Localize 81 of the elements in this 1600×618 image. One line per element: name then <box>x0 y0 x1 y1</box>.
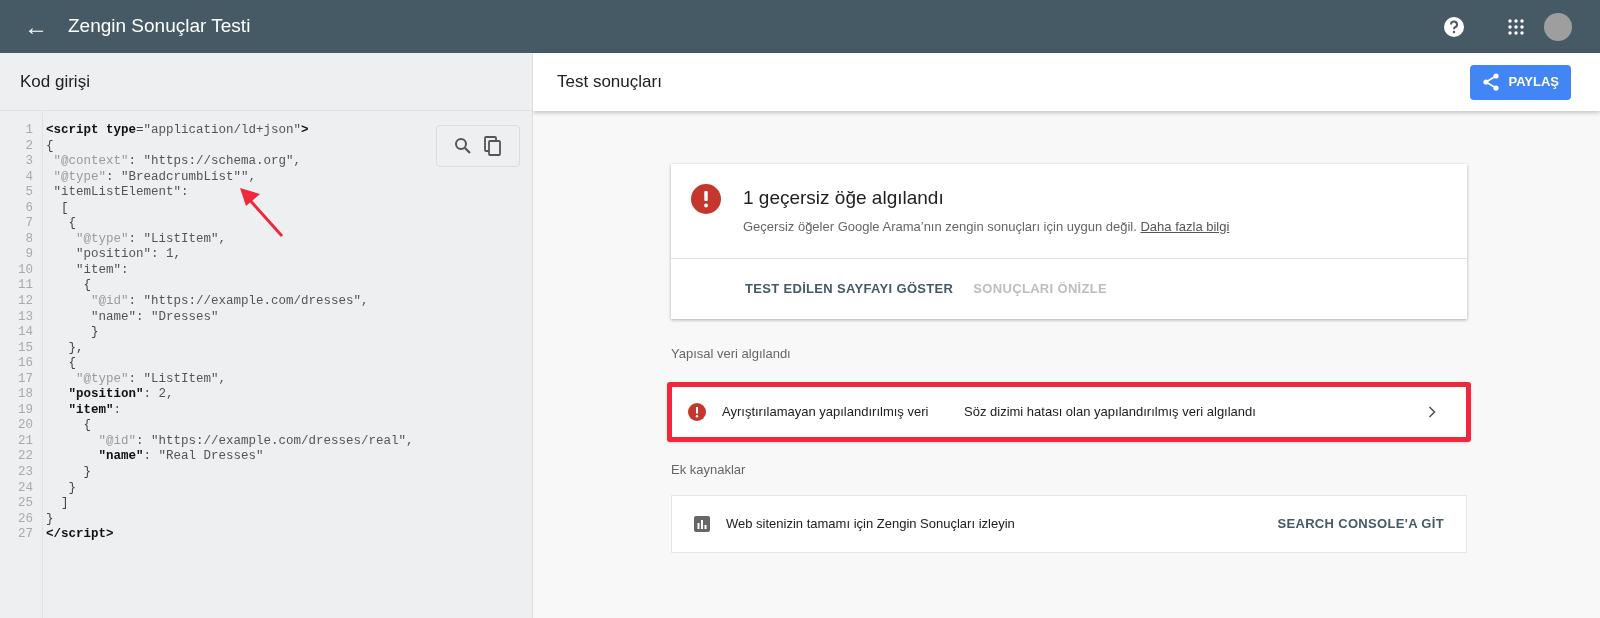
search-icon[interactable] <box>454 137 472 155</box>
line-number: 14 <box>17 325 34 341</box>
apps-grid-icon[interactable] <box>1508 18 1524 35</box>
line-number: 11 <box>17 278 34 294</box>
share-button[interactable]: PAYLAŞ <box>1470 64 1571 100</box>
item-name: Ayrıştırılamayan yapılandırılmış veri <box>722 402 930 421</box>
line-number: 10 <box>17 262 34 279</box>
app-title: Zengin Sonuçlar Testi <box>68 14 251 39</box>
code-line: "position": 1, <box>75 247 182 263</box>
code-line: "@type": "BreadcrumbList"", <box>52 169 257 186</box>
line-number: 16 <box>17 356 34 372</box>
back-button[interactable]: ← <box>20 10 52 43</box>
code-line: { <box>67 216 76 232</box>
annotation-arrow <box>238 186 286 238</box>
line-number: 12 <box>17 294 34 310</box>
chevron-right-icon <box>1428 405 1436 418</box>
copy-icon[interactable] <box>484 136 502 156</box>
code-line: } <box>67 480 76 497</box>
line-number: 25 <box>17 496 34 512</box>
line-number: 3 <box>24 154 34 170</box>
action-button[interactable]: TEST EDİLEN SAYFAYI GÖSTER <box>745 279 954 299</box>
section-heading: Ek kaynaklar <box>671 460 746 479</box>
panel-title: Test sonuçları <box>557 71 662 94</box>
panel-title: Kod girişi <box>20 70 90 93</box>
avatar[interactable] <box>1544 12 1572 41</box>
line-number: 8 <box>24 231 34 248</box>
error-icon <box>691 184 721 214</box>
code-line: </script> <box>46 527 114 543</box>
code-line: "itemListElement": <box>52 185 189 201</box>
line-number: 22 <box>17 449 34 466</box>
code-line: }, <box>67 340 84 357</box>
code-line: { <box>67 356 76 372</box>
section-heading: Yapısal veri algılandı <box>671 345 791 363</box>
structured-data-row[interactable]: Ayrıştırılamayan yapılandırılmış veri Söz dizimi hatası olan yapılandırılmış veri algılandı <box>667 381 1471 442</box>
code-line: "@context": "https://schema.org", <box>52 154 302 170</box>
search-console-link[interactable]: SEARCH CONSOLE'A GİT <box>1277 514 1444 534</box>
code-line: "item": <box>75 262 129 279</box>
line-number: 13 <box>17 309 34 326</box>
line-number: 2 <box>24 138 34 155</box>
code-line: ] <box>60 496 69 512</box>
line-number: 26 <box>17 511 34 528</box>
line-number: 27 <box>17 527 34 543</box>
code-line: "item": <box>67 402 122 419</box>
code-line: { <box>82 278 91 294</box>
line-number: 18 <box>17 387 34 403</box>
code-line: } <box>82 465 91 481</box>
help-icon[interactable] <box>1444 16 1464 37</box>
code-line: } <box>46 511 54 528</box>
line-number: 23 <box>17 465 34 481</box>
line-number: 20 <box>17 418 34 434</box>
learn-more-link[interactable]: Daha fazla bilgi <box>1140 218 1230 234</box>
line-number: 17 <box>17 371 34 388</box>
code-line: "@type": "ListItem", <box>75 371 227 388</box>
resource-text: Web sitenizin tamamı için Zengin Sonuçları izleyin <box>726 515 1016 534</box>
share-icon <box>1482 73 1501 91</box>
summary-title: 1 geçersiz öğe algılandı <box>743 186 945 210</box>
line-number: 4 <box>24 169 34 186</box>
line-number: 1 <box>24 123 34 139</box>
line-number: 19 <box>17 402 34 419</box>
code-line: <script type="application/ld+json"> <box>46 123 309 139</box>
code-line: "@id": "https://example.com/dresses", <box>90 294 369 310</box>
error-icon <box>688 402 706 421</box>
line-number: 21 <box>17 433 34 450</box>
item-detail: Söz dizimi hatası olan yapılandırılmış veri algılandı <box>964 402 1257 421</box>
code-line: "name": "Dresses" <box>90 309 219 326</box>
line-number: 15 <box>17 340 34 357</box>
line-number: 24 <box>17 480 34 497</box>
code-line: "name": "Real Dresses" <box>97 449 264 466</box>
bar-chart-icon <box>694 516 710 532</box>
code-line: "@type": "ListItem", <box>75 231 227 248</box>
code-line: [ <box>60 200 69 217</box>
summary-description: Geçersiz öğeler Google Arama’nın zengin sonuçları için uygun değil. <box>743 218 1137 234</box>
code-line: { <box>82 418 91 434</box>
line-number: 6 <box>24 200 34 217</box>
code-line: { <box>46 138 54 155</box>
code-line: } <box>90 325 99 341</box>
line-number: 7 <box>24 216 34 232</box>
line-number: 9 <box>24 247 34 263</box>
code-line: "@id": "https://example.com/dresses/real", <box>97 433 414 450</box>
code-line: "position": 2, <box>67 387 174 403</box>
line-number: 5 <box>24 185 34 201</box>
